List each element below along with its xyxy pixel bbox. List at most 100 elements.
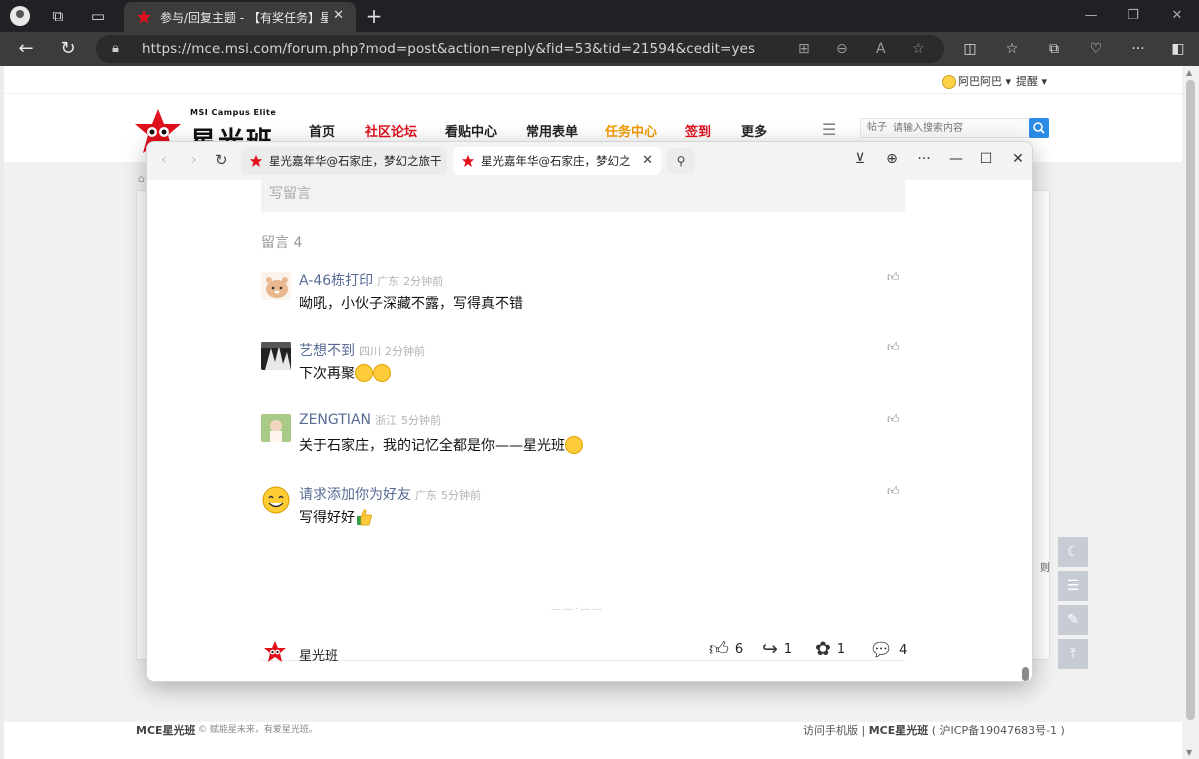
restore-icon[interactable]: ❐ [1118, 4, 1148, 28]
globe-icon[interactable]: ⊕ [881, 151, 903, 167]
popup-tab-2[interactable]: 星光嘉年华@石家庄，梦幻之 ✕ [453, 147, 661, 175]
site-favicon-icon [137, 10, 151, 24]
browser-tab-active[interactable]: 参与/回复主题 - 【有奖任务】星 ✕ [124, 2, 356, 32]
close-tab-icon[interactable]: ✕ [333, 8, 344, 23]
nav-checkin[interactable]: 签到 [685, 121, 711, 140]
back-arrow-icon[interactable]: ← [14, 37, 38, 61]
tab-favicon-icon [249, 154, 263, 168]
thumbs-up-emoji-icon [357, 509, 372, 526]
footer-right-brand[interactable]: MCE星光班 [869, 724, 929, 737]
tab-actions-icon[interactable]: ▭ [86, 4, 110, 28]
read-aloud-icon[interactable]: A [876, 35, 886, 63]
icp-link[interactable]: ( 沪ICP备19047683号-1 ) [932, 724, 1065, 737]
search-input[interactable] [893, 120, 1025, 136]
comment-location: 广东 [415, 489, 437, 502]
commenter-name[interactable]: 艺想不到 [299, 343, 355, 359]
popup-tab-1[interactable]: 星光嘉年华@石家庄，梦幻之旅干 [241, 147, 447, 175]
like-button[interactable]: 👍︎ 6 [709, 638, 743, 668]
user-menu[interactable]: 阿巴阿巴 ▾ [942, 73, 1011, 89]
scroll-up-icon[interactable]: ▲ [1186, 68, 1192, 77]
comment-text: 写得好好 [299, 510, 355, 526]
nav-more[interactable]: 更多 [741, 121, 767, 140]
search-button[interactable] [1029, 118, 1049, 138]
account-logo-icon[interactable] [263, 640, 287, 664]
popup-close-icon[interactable]: ✕ [1007, 151, 1029, 167]
browser-tab-strip: ⧉ ▭ 参与/回复主题 - 【有奖任务】星 ✕ + — ❐ ✕ [0, 0, 1199, 32]
user-name[interactable]: 阿巴阿巴 [958, 75, 1002, 88]
split-screen-icon[interactable]: ◫ [958, 37, 982, 61]
search-type-select[interactable]: 帖子 [867, 119, 887, 137]
favorite-star-icon[interactable]: ☆ [912, 35, 925, 63]
comment-text-row: 关于石家庄，我的记忆全都是你——星光班 [299, 435, 583, 455]
close-window-icon[interactable]: ✕ [1162, 4, 1192, 28]
page-scrollbar[interactable]: ▲ ▼ [1182, 66, 1199, 759]
nav-tasks[interactable]: 任务中心 [605, 121, 657, 140]
commenter-name[interactable]: A-46栋打印 [299, 273, 373, 289]
address-bar[interactable]: 🔒︎ https://mce.msi.com/forum.php?mod=pos… [96, 35, 944, 63]
comment-button[interactable]: 💬︎ 4 [869, 638, 907, 668]
popup-back-icon[interactable]: ‹ [161, 152, 167, 168]
popup-search-icon[interactable]: ⚲ [667, 148, 695, 174]
collections-icon[interactable]: ⧉ [1042, 37, 1066, 61]
app-available-icon[interactable]: ⊞ [798, 35, 810, 63]
new-tab-icon[interactable]: + [362, 4, 386, 28]
download-icon[interactable]: ⊻ [849, 151, 871, 167]
popup-reload-icon[interactable]: ↻ [215, 151, 228, 169]
comment-item: A-46栋打印 广东 2分钟前 呦吼，小伙子深藏不露，写得真不错 👍︎ [261, 268, 905, 320]
like-icon: 👍︎ [709, 638, 729, 660]
popup-minimize-icon[interactable]: — [945, 151, 967, 167]
favorites-icon[interactable]: ☆ [1000, 37, 1024, 61]
thumbs-up-icon[interactable]: 👍︎ [887, 270, 900, 285]
commenter-avatar[interactable] [261, 486, 291, 514]
zoom-icon[interactable]: ⊖ [836, 35, 848, 63]
scroll-down-icon[interactable]: ▼ [1186, 748, 1192, 757]
commenter-name[interactable]: 请求添加你为好友 [299, 487, 411, 503]
night-mode-icon[interactable]: ☾ [1058, 537, 1088, 567]
catalog-icon[interactable]: ☰ [1058, 571, 1088, 601]
comment-item: 请求添加你为好友 广东 5分钟前 写得好好 👍︎ [261, 482, 905, 534]
commenter-name[interactable]: ZENGTIAN [299, 412, 371, 428]
back-to-top-icon[interactable]: ⤒ [1058, 639, 1088, 669]
write-comment-input[interactable]: 写留言 [261, 180, 905, 212]
thumbs-up-icon[interactable]: 👍︎ [887, 484, 900, 499]
nav-view-center[interactable]: 看贴中心 [445, 121, 497, 140]
nav-forum[interactable]: 社区论坛 [365, 121, 417, 140]
remind-label[interactable]: 提醒 [1016, 75, 1038, 88]
lock-icon[interactable]: 🔒︎ [112, 35, 119, 63]
favorite-button[interactable]: ✿ 1 [815, 638, 845, 668]
thumbs-up-icon[interactable]: 👍︎ [887, 340, 900, 355]
address-url[interactable]: https://mce.msi.com/forum.php?mod=post&a… [142, 35, 755, 63]
home-breadcrumb-icon[interactable]: ⌂ [138, 172, 145, 185]
mobile-link[interactable]: 访问手机版 [803, 724, 858, 737]
comment-location: 四川 [359, 345, 381, 358]
nav-forms[interactable]: 常用表单 [526, 121, 578, 140]
share-button[interactable]: ↪ 1 [762, 638, 792, 668]
comment-text: 下次再聚 [299, 366, 355, 382]
popup-forward-icon[interactable]: › [191, 152, 197, 168]
workspaces-icon[interactable]: ⧉ [46, 4, 70, 28]
commenter-avatar[interactable] [261, 342, 291, 370]
list-menu-icon[interactable]: ☰ [822, 120, 836, 139]
reload-icon[interactable]: ↻ [56, 37, 80, 61]
browser-toolbar: ← ↻ 🔒︎ https://mce.msi.com/forum.php?mod… [0, 32, 1199, 66]
commenter-avatar[interactable] [261, 414, 291, 442]
account-name[interactable]: 星光班 [299, 645, 338, 664]
thumbs-up-icon[interactable]: 👍︎ [887, 412, 900, 427]
remind-menu[interactable]: 提醒 ▾ [1016, 73, 1047, 89]
close-tab-icon[interactable]: ✕ [642, 147, 653, 175]
edit-icon[interactable]: ✎ [1058, 605, 1088, 635]
article-comments-area: 写留言 留言 4 A-46栋打印 广东 2分钟前 呦吼，小伙子深藏不露，写得真不错 … [147, 180, 1032, 681]
browser-essentials-icon[interactable]: ♡ [1084, 37, 1108, 61]
popup-scroll-thumb[interactable] [1022, 667, 1029, 681]
commenter-avatar[interactable] [261, 272, 291, 300]
scroll-thumb[interactable] [1186, 80, 1195, 720]
popup-tab-1-title: 星光嘉年华@石家庄，梦幻之旅干 [269, 154, 441, 168]
popup-maximize-icon[interactable]: ☐ [975, 151, 997, 167]
nav-home[interactable]: 首页 [309, 121, 335, 140]
popup-more-icon[interactable]: ··· [913, 151, 935, 167]
minimize-icon[interactable]: — [1076, 4, 1106, 28]
more-menu-icon[interactable]: ··· [1126, 37, 1150, 61]
share-icon: ↪ [762, 638, 778, 660]
profile-icon[interactable] [8, 4, 32, 28]
sidebar-toggle-icon[interactable]: ◧ [1166, 37, 1190, 61]
